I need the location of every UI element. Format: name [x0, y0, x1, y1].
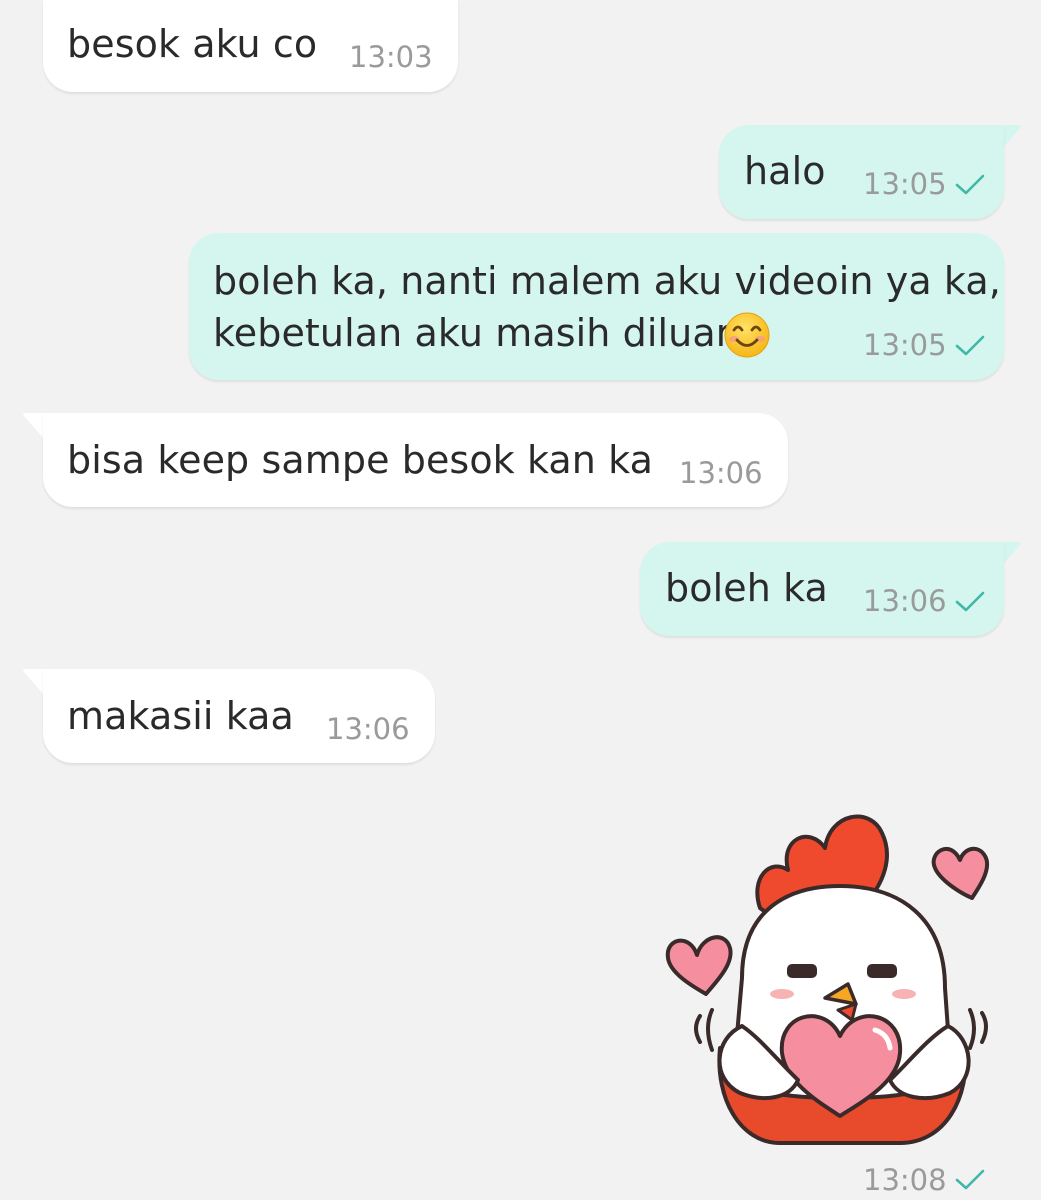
message-text: bisa keep sampe besok kan ka: [67, 438, 653, 482]
smiling-face-emoji-icon: [724, 312, 770, 358]
message-text-line: boleh ka, nanti malem aku videoin ya ka,: [213, 259, 1001, 303]
message-bubble-incoming[interactable]: besok aku co 13:03: [43, 0, 458, 92]
message-text: besok aku co: [67, 22, 318, 66]
message-time: 13:06: [679, 456, 763, 490]
message-bubble-outgoing[interactable]: boleh ka 13:06: [640, 542, 1004, 636]
message-text-line: kebetulan aku masih diluar: [213, 311, 732, 355]
check-icon: [955, 591, 985, 612]
message-text: halo: [744, 149, 826, 193]
message-bubble-incoming[interactable]: bisa keep sampe besok kan ka 13:06: [43, 413, 788, 507]
message-time: 13:05: [863, 167, 947, 201]
chicken-sticker-icon: [665, 814, 990, 1145]
message-time: 13:06: [863, 584, 947, 618]
message-time: 13:03: [349, 40, 433, 74]
message-text: boleh ka: [665, 566, 828, 610]
message-time: 13:05: [863, 328, 947, 362]
chicken-hugging-heart-sticker[interactable]: [660, 798, 1005, 1148]
message-bubble-outgoing[interactable]: halo 13:05: [719, 125, 1004, 219]
check-icon: [955, 174, 985, 195]
message-time: 13:06: [326, 712, 410, 746]
chat-thread[interactable]: besok aku co 13:03 halo 13:05 boleh ka, …: [0, 0, 1041, 1200]
check-icon: [955, 335, 985, 356]
message-time: 13:08: [863, 1163, 947, 1197]
check-icon: [955, 1169, 985, 1190]
message-text: makasii kaa: [67, 694, 294, 738]
message-bubble-incoming[interactable]: makasii kaa 13:06: [43, 669, 435, 763]
message-bubble-outgoing[interactable]: boleh ka, nanti malem aku videoin ya ka,…: [189, 233, 1004, 380]
